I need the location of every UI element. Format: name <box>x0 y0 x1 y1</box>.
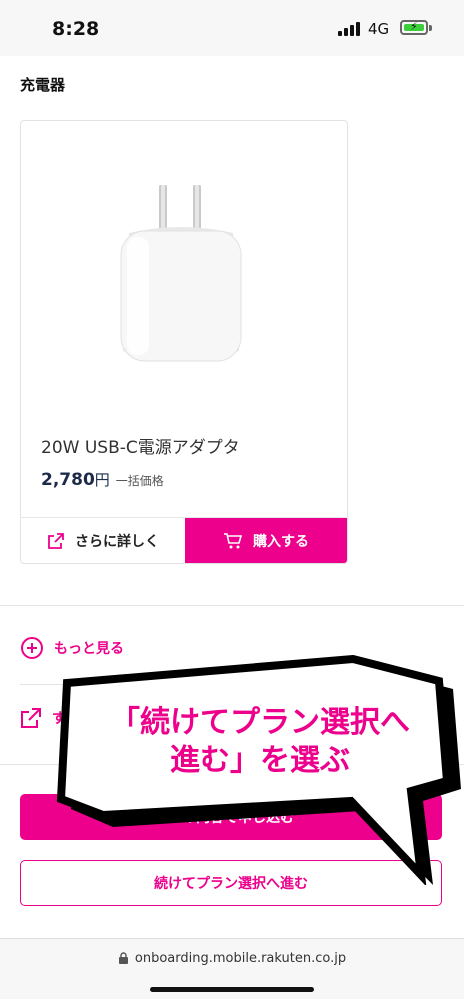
buy-button-label: 購入する <box>253 534 309 550</box>
buy-button[interactable]: 購入する <box>185 518 347 563</box>
cart-icon <box>224 533 243 549</box>
lock-icon <box>118 952 128 964</box>
divider <box>0 764 464 765</box>
apply-button[interactable]: この内容で申し込む <box>20 794 442 840</box>
continue-plan-button[interactable]: 続けてプラン選択へ進む <box>20 860 442 906</box>
external-link-label: す <box>52 711 66 727</box>
section-title: 充電器 <box>20 76 66 94</box>
price-note: 一括価格 <box>115 474 164 488</box>
charger-image <box>120 185 242 362</box>
url-text: onboarding.mobile.rakuten.co.jp <box>134 951 347 966</box>
apply-button-label: この内容で申し込む <box>168 810 294 826</box>
external-link-icon <box>21 708 41 728</box>
browser-url-bar[interactable]: onboarding.mobile.rakuten.co.jp <box>0 938 464 999</box>
battery-tip <box>429 25 432 31</box>
main-content: 充電器 20W USB-C電源アダプタ 2,780円 一括価格 さらに詳しく 購入… <box>0 56 464 938</box>
external-link-icon <box>48 533 64 549</box>
product-name: 20W USB-C電源アダプタ <box>41 438 240 458</box>
home-indicator <box>150 987 314 992</box>
price-unit: 円 <box>94 471 110 489</box>
card-actions: さらに詳しく 購入する <box>21 517 347 563</box>
divider <box>20 684 444 685</box>
status-bar: 8:28 4G ⚡ <box>0 0 464 56</box>
continue-plan-button-label: 続けてプラン選択へ進む <box>154 876 308 892</box>
battery-icon: ⚡ <box>400 20 428 35</box>
network-type: 4G <box>368 20 390 38</box>
price-row: 2,780円 一括価格 <box>41 469 164 490</box>
status-time: 8:28 <box>52 18 100 40</box>
signal-icon <box>338 22 362 36</box>
divider <box>0 605 464 606</box>
more-link-label: もっと見る <box>54 641 124 657</box>
detail-button[interactable]: さらに詳しく <box>21 518 185 563</box>
external-link[interactable]: す <box>20 707 66 729</box>
product-card: 20W USB-C電源アダプタ 2,780円 一括価格 さらに詳しく 購入する <box>20 120 348 564</box>
plus-circle-icon <box>21 637 43 659</box>
detail-button-label: さらに詳しく <box>75 534 159 550</box>
more-link[interactable]: もっと見る <box>20 636 124 660</box>
price-amount: 2,780 <box>41 470 95 490</box>
